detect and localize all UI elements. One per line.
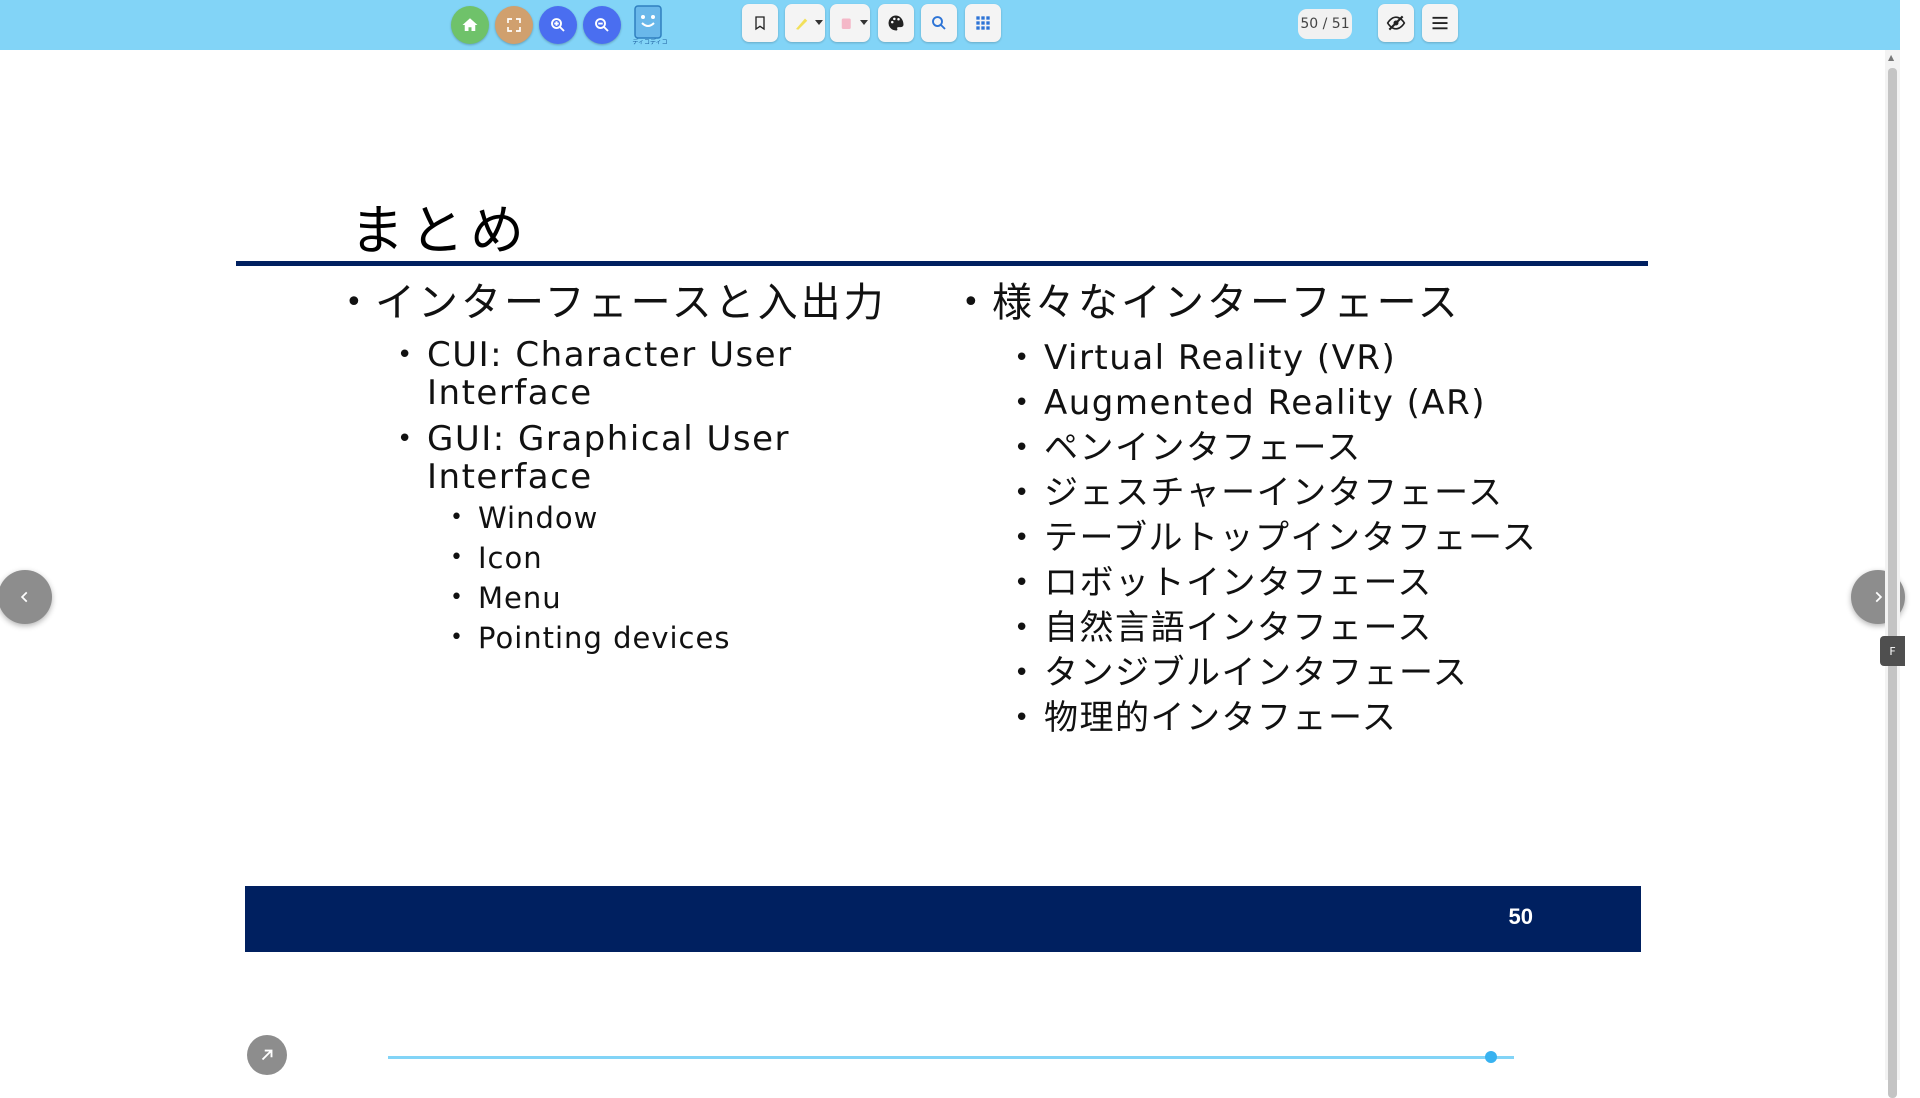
search-button[interactable] bbox=[921, 4, 957, 42]
list-item-gui: GUI: Graphical User Interface bbox=[397, 420, 837, 496]
fullscreen-button[interactable] bbox=[495, 6, 533, 44]
expand-button[interactable] bbox=[247, 1035, 287, 1075]
list-item-tangible: タンジブルインタフェース bbox=[1014, 651, 1662, 696]
palette-button[interactable] bbox=[878, 4, 914, 42]
menu-icon bbox=[1432, 16, 1448, 30]
list-item-window: Window bbox=[450, 498, 905, 538]
zoom-in-icon bbox=[551, 18, 565, 32]
list-item-robot: ロボットインタフェース bbox=[1014, 561, 1662, 606]
slide-progress-slider[interactable] bbox=[388, 1051, 1514, 1063]
home-icon bbox=[462, 18, 478, 31]
highlighter-button[interactable] bbox=[785, 4, 825, 42]
chevron-down-icon bbox=[815, 20, 823, 25]
list-item-tabletop: テーブルトップインタフェース bbox=[1014, 516, 1662, 561]
page-indicator: 50 / 51 bbox=[1298, 9, 1352, 39]
list-item-natural-language: 自然言語インタフェース bbox=[1014, 606, 1662, 651]
right-column: 様々なインターフェース Virtual Reality (VR) Augment… bbox=[962, 278, 1662, 741]
chevron-down-icon bbox=[860, 20, 868, 25]
search-icon bbox=[932, 16, 946, 30]
grid-icon bbox=[976, 16, 990, 30]
menu-button[interactable] bbox=[1422, 4, 1458, 42]
side-tab[interactable]: F bbox=[1880, 636, 1905, 666]
slide-footer: 50 bbox=[245, 886, 1641, 952]
scrollbar[interactable]: ▲ bbox=[1885, 50, 1900, 1098]
fullscreen-icon bbox=[507, 18, 521, 32]
scrollbar-thumb[interactable] bbox=[1888, 68, 1897, 1098]
eraser-icon bbox=[841, 18, 851, 29]
slide-title: まとめ bbox=[350, 199, 530, 262]
toolbar: ディコディコ 50 / 51 bbox=[0, 0, 1900, 50]
hide-icon bbox=[1386, 15, 1406, 31]
bookmark-icon bbox=[755, 16, 765, 31]
chevron-right-icon bbox=[1875, 591, 1883, 603]
logo-text: ディコディコ bbox=[632, 39, 668, 46]
highlighter-icon bbox=[796, 18, 808, 30]
list-item-ar: Augmented Reality (AR) bbox=[1014, 381, 1662, 426]
arrow-up-right-icon bbox=[261, 1049, 273, 1061]
list-item-physical: 物理的インタフェース bbox=[1014, 696, 1662, 741]
slider-handle[interactable] bbox=[1485, 1051, 1498, 1063]
zoom-in-button[interactable] bbox=[539, 6, 577, 44]
slide-number: 50 bbox=[1508, 904, 1533, 929]
list-item-vr: Virtual Reality (VR) bbox=[1014, 336, 1662, 381]
bookmark-button[interactable] bbox=[742, 4, 778, 42]
zoom-out-icon bbox=[595, 18, 609, 32]
list-item-pen: ペンインタフェース bbox=[1014, 426, 1662, 471]
home-button[interactable] bbox=[451, 6, 489, 44]
list-item-pointing-devices: Pointing devices bbox=[450, 618, 905, 658]
left-column: インターフェースと入出力 CUI: Character User Interfa… bbox=[345, 278, 905, 658]
title-divider bbox=[236, 261, 1648, 266]
zoom-out-button[interactable] bbox=[583, 6, 621, 44]
right-heading: 様々なインターフェース bbox=[962, 278, 1662, 328]
previous-slide-button[interactable] bbox=[0, 570, 52, 624]
list-item-icon: Icon bbox=[450, 538, 905, 578]
grid-view-button[interactable] bbox=[965, 4, 1001, 42]
chevron-left-icon bbox=[20, 591, 28, 603]
app-logo: ディコディコ bbox=[630, 3, 668, 47]
hide-toolbar-button[interactable] bbox=[1378, 4, 1414, 42]
list-item-menu: Menu bbox=[450, 578, 905, 618]
scroll-up-icon[interactable]: ▲ bbox=[1888, 54, 1894, 62]
eraser-button[interactable] bbox=[830, 4, 870, 42]
list-item-cui: CUI: Character User Interface bbox=[397, 336, 837, 412]
left-heading: インターフェースと入出力 bbox=[345, 278, 905, 328]
list-item-gesture: ジェスチャーインタフェース bbox=[1014, 471, 1662, 516]
palette-icon bbox=[888, 15, 904, 31]
